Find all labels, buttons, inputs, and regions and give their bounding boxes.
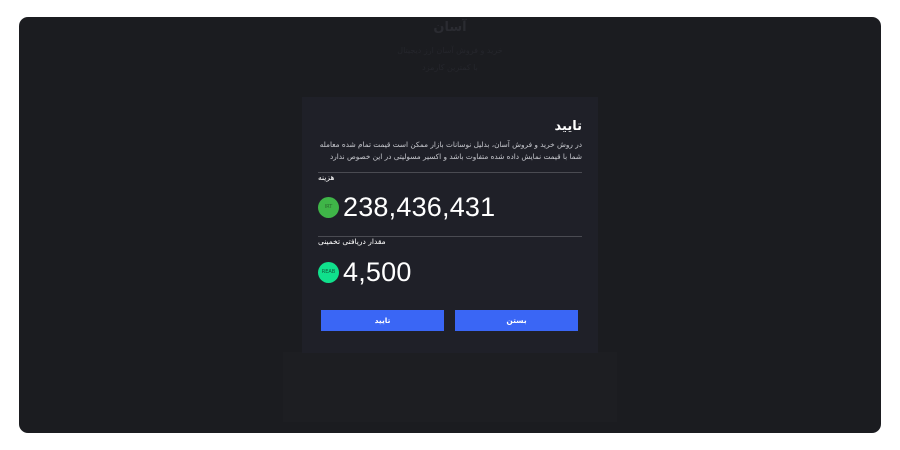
dialog-description: در روش خرید و فروش آسان، بدلیل نوسانات ب… bbox=[319, 140, 582, 161]
cost-amount-row: IRT 238,436,431 bbox=[318, 191, 496, 222]
divider bbox=[318, 172, 582, 173]
background-subtitle: با کمترین کارمزد bbox=[422, 63, 478, 72]
cost-amount: 238,436,431 bbox=[343, 191, 496, 222]
confirm-button[interactable]: تایید bbox=[321, 310, 444, 331]
background-title: آسان bbox=[433, 20, 467, 35]
app-window: آسان خرید و فروش آسان ارز دیجیتال با کمت… bbox=[19, 17, 881, 433]
irt-coin-icon: IRT bbox=[318, 196, 339, 218]
close-button[interactable]: بستن bbox=[455, 310, 578, 331]
cost-label: هزینه bbox=[318, 173, 335, 182]
background-subtitle: خرید و فروش آسان ارز دیجیتال bbox=[397, 46, 503, 55]
background-panel bbox=[283, 352, 617, 422]
estimated-amount: 4,500 bbox=[343, 256, 412, 287]
estimated-amount-row: REAB 4,500 bbox=[318, 256, 412, 287]
reab-coin-icon: REAB bbox=[318, 261, 339, 283]
dialog-title: تایید bbox=[554, 119, 582, 134]
confirm-dialog: تایید در روش خرید و فروش آسان، بدلیل نوس… bbox=[302, 97, 598, 353]
estimated-amount-label: مقدار دریافتی تخمینی bbox=[318, 237, 386, 246]
